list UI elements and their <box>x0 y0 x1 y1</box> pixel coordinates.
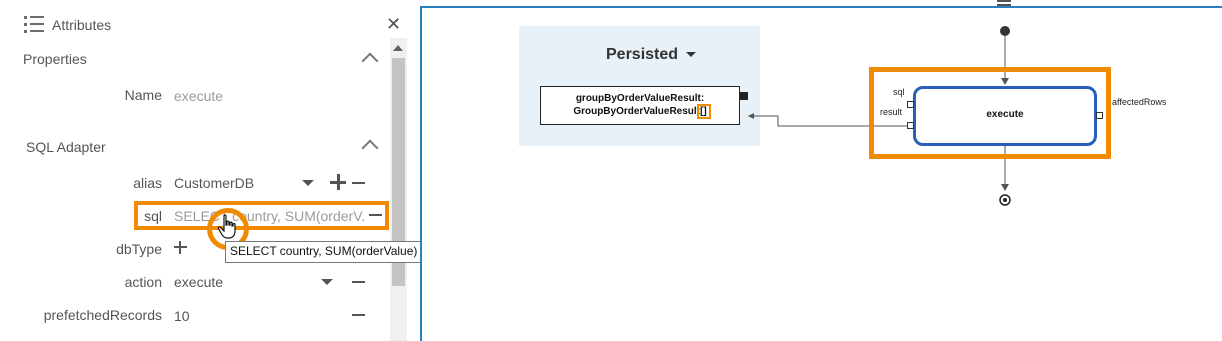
execute-node-label: execute <box>986 109 1024 120</box>
plus-icon[interactable] <box>330 174 346 190</box>
scroll-up-icon[interactable] <box>393 45 403 51</box>
name-field[interactable]: execute <box>174 88 223 104</box>
minus-icon[interactable] <box>352 314 365 316</box>
persisted-title: Persisted <box>606 46 679 63</box>
hand-cursor-icon <box>217 214 236 239</box>
prefetched-label: prefetchedRecords <box>43 307 162 323</box>
action-label: action <box>124 274 162 290</box>
close-icon[interactable]: ✕ <box>386 14 401 35</box>
panel-header: Attributes ✕ <box>0 0 410 44</box>
alias-label: alias <box>133 175 162 191</box>
attributes-panel: Attributes ✕ Properties Name execute SQL… <box>0 0 410 341</box>
panel-title: Attributes <box>52 17 112 33</box>
caret-down-icon[interactable] <box>686 52 696 57</box>
section-title-sql-adapter: SQL Adapter <box>26 139 106 155</box>
alias-select[interactable]: CustomerDB <box>174 175 254 191</box>
name-label: Name <box>124 87 162 103</box>
minus-icon[interactable] <box>352 182 365 184</box>
chevron-up-icon[interactable] <box>361 139 379 157</box>
hamburger-icon[interactable] <box>24 16 44 33</box>
sql-port[interactable] <box>907 101 914 108</box>
affected-rows-port[interactable] <box>1096 112 1103 119</box>
caret-down-icon[interactable] <box>321 279 333 285</box>
affected-rows-label: affectedRows <box>1112 97 1167 107</box>
prefetched-field[interactable]: 10 <box>174 308 190 324</box>
result-port[interactable] <box>907 122 914 129</box>
sql-highlight <box>134 201 389 230</box>
result-port-label: result <box>880 107 903 117</box>
sql-port-label: sql <box>893 87 905 97</box>
caret-down-icon[interactable] <box>302 180 314 186</box>
section-title-properties: Properties <box>23 51 87 67</box>
action-select[interactable]: execute <box>174 274 223 290</box>
menu-icon[interactable] <box>997 0 1011 6</box>
plus-icon[interactable] <box>174 241 187 254</box>
minus-icon[interactable] <box>352 281 365 283</box>
chevron-up-icon[interactable] <box>361 52 379 70</box>
dbtype-label: dbType <box>116 241 162 257</box>
result-port-highlight <box>697 104 711 119</box>
